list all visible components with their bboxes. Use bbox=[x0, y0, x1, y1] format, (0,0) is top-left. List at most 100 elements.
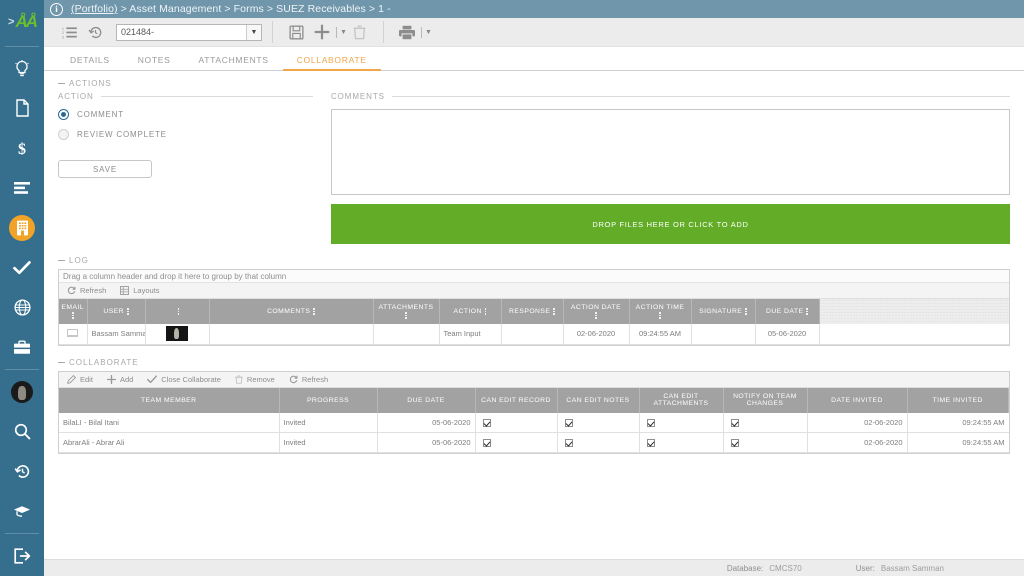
kebab-icon[interactable] bbox=[806, 308, 808, 315]
collab-add-button[interactable]: Add bbox=[107, 375, 133, 384]
brand-logo[interactable]: > ÅÅ bbox=[0, 0, 44, 44]
kebab-icon[interactable] bbox=[313, 308, 315, 315]
save-button[interactable]: SAVE bbox=[58, 160, 152, 178]
sidebar-item-search[interactable] bbox=[0, 417, 44, 447]
sidebar-item-briefcase[interactable] bbox=[0, 332, 44, 362]
checkbox-icon[interactable] bbox=[731, 439, 739, 447]
sidebar-item-finance[interactable]: $ bbox=[0, 133, 44, 163]
log-col-action[interactable]: ACTION bbox=[439, 299, 501, 324]
log-refresh-button[interactable]: Refresh bbox=[67, 286, 106, 295]
log-col-comments[interactable]: COMMENTS bbox=[209, 299, 373, 324]
save-record-button[interactable] bbox=[283, 20, 309, 44]
log-layouts-button[interactable]: Layouts bbox=[120, 286, 159, 295]
checkbox-icon[interactable] bbox=[731, 419, 739, 427]
kebab-icon[interactable] bbox=[405, 312, 407, 319]
table-row[interactable]: Bassam Samman Team Input 02-06-2020 09:2… bbox=[59, 324, 1009, 344]
sidebar-item-lightbulb[interactable] bbox=[0, 54, 44, 84]
breadcrumb-portfolio-link[interactable]: (Portfolio) bbox=[71, 3, 118, 15]
sidebar-item-list[interactable] bbox=[0, 173, 44, 203]
info-icon[interactable]: i bbox=[50, 3, 63, 16]
collab-col-can-edit-attachments[interactable]: CAN EDIT ATTACHMENTS bbox=[639, 388, 723, 413]
table-row[interactable]: AbrarAli - Abrar Ali Invited 05-06-2020 … bbox=[59, 433, 1009, 453]
sidebar-item-asset-management[interactable] bbox=[0, 213, 44, 243]
print-button[interactable] bbox=[394, 20, 420, 44]
file-dropzone[interactable]: DROP FILES HERE OR CLICK TO ADD bbox=[331, 204, 1010, 244]
tab-details[interactable]: DETAILS bbox=[56, 55, 124, 71]
log-col-email[interactable]: EMAIL bbox=[59, 299, 87, 324]
sidebar-item-learning[interactable] bbox=[0, 496, 44, 526]
history-button[interactable] bbox=[82, 20, 108, 44]
kebab-icon[interactable] bbox=[595, 312, 597, 319]
radio-review-complete[interactable]: REVIEW COMPLETE bbox=[58, 129, 313, 140]
delete-record-button[interactable] bbox=[347, 20, 373, 44]
log-col-user[interactable]: USER bbox=[87, 299, 145, 324]
collab-remove-button[interactable]: Remove bbox=[235, 375, 275, 384]
tab-attachments[interactable]: ATTACHMENTS bbox=[184, 55, 282, 71]
radio-comment[interactable]: COMMENT bbox=[58, 109, 313, 120]
checkbox-icon[interactable] bbox=[647, 419, 655, 427]
log-col-signature[interactable]: SIGNATURE bbox=[691, 299, 755, 324]
comment-input[interactable] bbox=[331, 109, 1010, 195]
collab-cell-notify-team-changes[interactable] bbox=[723, 433, 807, 453]
expand-chevron-icon[interactable]: > bbox=[8, 16, 14, 28]
collab-col-can-edit-record[interactable]: CAN EDIT RECORD bbox=[475, 388, 557, 413]
collab-col-date-invited[interactable]: DATE INVITED bbox=[807, 388, 907, 413]
log-col-action-date[interactable]: ACTION DATE bbox=[563, 299, 629, 324]
checkbox-icon[interactable] bbox=[565, 439, 573, 447]
kebab-icon[interactable] bbox=[178, 308, 180, 315]
kebab-icon[interactable] bbox=[72, 312, 74, 319]
list-view-button[interactable]: 123 bbox=[56, 20, 82, 44]
checkbox-icon[interactable] bbox=[565, 419, 573, 427]
collab-col-team-member[interactable]: TEAM MEMBER bbox=[59, 388, 279, 413]
kebab-icon[interactable] bbox=[745, 308, 747, 315]
log-cell-thumb[interactable] bbox=[145, 324, 209, 344]
radio-comment-input[interactable] bbox=[58, 109, 69, 120]
collapse-icon-collab[interactable] bbox=[58, 362, 65, 363]
tab-collaborate[interactable]: COLLABORATE bbox=[283, 55, 381, 71]
log-section-header[interactable]: LOG bbox=[58, 256, 1010, 265]
kebab-icon[interactable] bbox=[485, 308, 487, 315]
collapse-icon-log[interactable] bbox=[58, 260, 65, 261]
add-record-button[interactable] bbox=[309, 20, 335, 44]
collab-cell-can-edit-notes[interactable] bbox=[557, 413, 639, 433]
log-group-hint[interactable]: Drag a column header and drop it here to… bbox=[59, 270, 1009, 283]
sidebar-item-document[interactable] bbox=[0, 94, 44, 124]
checkbox-icon[interactable] bbox=[483, 419, 491, 427]
record-selector[interactable]: 021484- ▼ bbox=[116, 24, 262, 41]
sidebar-item-profile[interactable] bbox=[0, 377, 44, 407]
chevron-down-icon[interactable]: ▼ bbox=[246, 25, 261, 40]
collab-col-time-invited[interactable]: TIME INVITED bbox=[907, 388, 1009, 413]
log-col-attachments[interactable]: ATTACHMENTS bbox=[373, 299, 439, 324]
sidebar-item-approvals[interactable] bbox=[0, 253, 44, 283]
add-record-dropdown[interactable]: ▼ bbox=[336, 27, 347, 38]
envelope-icon[interactable] bbox=[67, 329, 78, 337]
checkbox-icon[interactable] bbox=[483, 439, 491, 447]
collab-col-due-date[interactable]: DUE DATE bbox=[377, 388, 475, 413]
collab-cell-can-edit-attachments[interactable] bbox=[639, 433, 723, 453]
signature-thumbnail-icon[interactable] bbox=[166, 326, 188, 341]
log-col-due-date[interactable]: DUE DATE bbox=[755, 299, 819, 324]
collab-refresh-button[interactable]: Refresh bbox=[289, 375, 328, 384]
collab-col-notify-team-changes[interactable]: NOTIFY ON TEAM CHANGES bbox=[723, 388, 807, 413]
collab-close-button[interactable]: Close Collaborate bbox=[147, 375, 221, 384]
sidebar-item-history[interactable] bbox=[0, 457, 44, 487]
sidebar-item-globe[interactable] bbox=[0, 292, 44, 322]
print-dropdown[interactable]: ▼ bbox=[421, 27, 432, 38]
checkbox-icon[interactable] bbox=[647, 439, 655, 447]
collab-edit-button[interactable]: Edit bbox=[67, 375, 93, 384]
kebab-icon[interactable] bbox=[659, 312, 661, 319]
collab-cell-can-edit-notes[interactable] bbox=[557, 433, 639, 453]
collab-cell-notify-team-changes[interactable] bbox=[723, 413, 807, 433]
table-row[interactable]: BilaLI - Bilal Itani Invited 05-06-2020 … bbox=[59, 413, 1009, 433]
log-col-thumb[interactable] bbox=[145, 299, 209, 324]
log-cell-email[interactable] bbox=[59, 324, 87, 344]
sidebar-item-logout[interactable] bbox=[0, 541, 44, 571]
kebab-icon[interactable] bbox=[553, 308, 555, 315]
log-col-response[interactable]: RESPONSE bbox=[501, 299, 563, 324]
radio-review-complete-input[interactable] bbox=[58, 129, 69, 140]
collab-cell-can-edit-record[interactable] bbox=[475, 413, 557, 433]
kebab-icon[interactable] bbox=[127, 308, 129, 315]
tab-notes[interactable]: NOTES bbox=[124, 55, 185, 71]
collaborate-section-header[interactable]: COLLABORATE bbox=[58, 358, 1010, 367]
collab-cell-can-edit-attachments[interactable] bbox=[639, 413, 723, 433]
